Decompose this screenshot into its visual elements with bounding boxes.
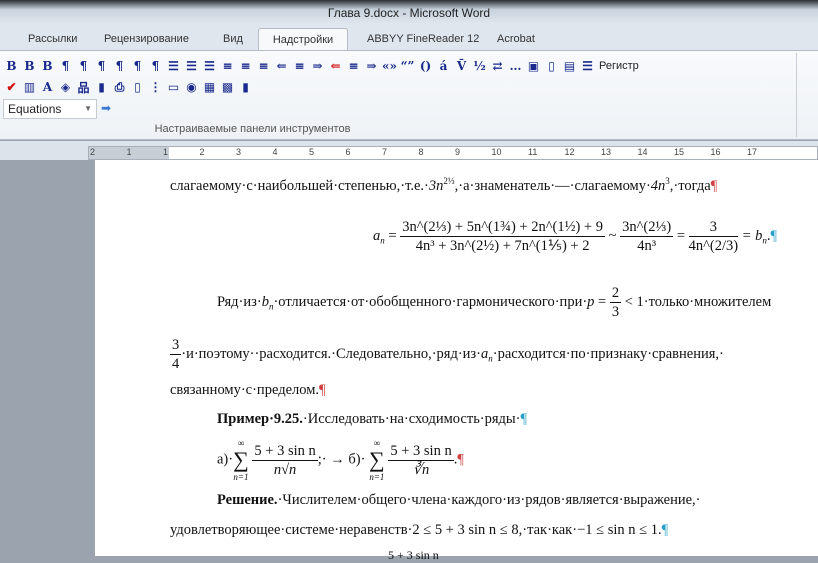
ruler-tick: 2 xyxy=(90,147,96,157)
ruler-tick: 9 xyxy=(455,147,461,157)
para-bottom3-icon[interactable]: ¶ xyxy=(147,57,164,75)
title-bar: Глава 9.docx - Microsoft Word xyxy=(0,0,818,24)
bar-chart-icon[interactable]: ▮ xyxy=(93,78,110,96)
lines5-icon[interactable]: ≡ xyxy=(345,57,362,75)
overline-icon[interactable]: V̄ xyxy=(453,57,470,75)
lines4-icon[interactable]: ≡ xyxy=(291,57,308,75)
horizontal-ruler[interactable]: 2 1 1 2 3 4 5 6 7 8 9 10 11 12 13 14 15 16 17 xyxy=(88,146,818,160)
guillemets-icon[interactable]: «» xyxy=(381,57,398,75)
ruler-tick: 12 xyxy=(564,147,575,157)
para-top3-icon[interactable]: ¶ xyxy=(93,57,110,75)
example-heading: Пример·9.25.·Исследовать·на·сходимость·р… xyxy=(217,411,528,427)
text-line: связанному·с·пределом.¶ xyxy=(170,382,326,398)
printer-icon[interactable]: ⎙ xyxy=(111,78,128,96)
swap-arrow-icon[interactable]: ⇄ xyxy=(489,57,506,75)
group-divider xyxy=(796,53,797,137)
table-grid-icon[interactable]: ▦ xyxy=(201,78,218,96)
ruler-tick: 5 xyxy=(309,147,315,157)
toolbar-row-2: ✔ ▥ A ◈ 品 ▮ ⎙ ▯ ⋮ ▭ ◉ ▦ ▩ ▮ xyxy=(3,78,254,96)
tab-abbyy[interactable]: ABBYY FineReader 12 xyxy=(361,28,485,51)
indent-right2-icon[interactable]: ⇒ xyxy=(363,57,380,75)
lines2-icon[interactable]: ≡ xyxy=(237,57,254,75)
ruler-tick: 16 xyxy=(710,147,721,157)
ruler-tick: 10 xyxy=(491,147,502,157)
ruler-tick: 7 xyxy=(382,147,388,157)
tab-review[interactable]: Рецензирование xyxy=(98,28,195,51)
accent-icon[interactable]: á xyxy=(435,57,452,75)
register-button[interactable]: Регистр xyxy=(599,57,639,75)
group-label: Настраиваемые панели инструментов xyxy=(154,123,351,135)
ruler-tick: 8 xyxy=(418,147,424,157)
spellcheck-icon[interactable]: ✔ xyxy=(3,78,20,96)
text-line: удовлетворяющее·системе·неравенств·2 ≤ 5… xyxy=(170,522,669,538)
calculator-icon[interactable]: ▩ xyxy=(219,78,236,96)
chevron-down-icon[interactable]: ▼ xyxy=(84,100,92,118)
indent-right-icon[interactable]: ⇒ xyxy=(309,57,326,75)
para-bottom2-icon[interactable]: ¶ xyxy=(129,57,146,75)
list-icon[interactable]: ☰ xyxy=(579,57,596,75)
page-icon[interactable]: ▤ xyxy=(561,57,578,75)
indent-left-icon[interactable]: ⇐ xyxy=(273,57,290,75)
lines-icon[interactable]: ≡ xyxy=(219,57,236,75)
folder-icon[interactable]: ▭ xyxy=(165,78,182,96)
lines3-icon[interactable]: ≡ xyxy=(255,57,272,75)
text-line: 3 4 ·и·поэтому··расходится.·Следовательно,… xyxy=(170,337,724,372)
fraction-icon[interactable]: ½ xyxy=(471,57,488,75)
font-a-icon[interactable]: A xyxy=(39,78,56,96)
formula-an: an = 3n^(2⅓) + 5n^(1¾) + 2n^(1½) + 9 4n³ … xyxy=(373,219,778,254)
para-top-icon[interactable]: ¶ xyxy=(57,57,74,75)
para-box3-icon[interactable]: ☰ xyxy=(201,57,218,75)
solution-line: Решение.·Числителем·общего·члена·каждого… xyxy=(217,492,701,508)
tab-view[interactable]: Вид xyxy=(217,28,249,51)
document-page[interactable]: слагаемому·с·наибольшей·степенью,·т.е.·3… xyxy=(95,160,818,562)
ribbon-tabs: Рассылки Рецензирование Вид Надстройки A… xyxy=(0,24,818,51)
para-bottom-icon[interactable]: ¶ xyxy=(111,57,128,75)
tab-mailings[interactable]: Рассылки xyxy=(22,28,83,51)
para-box-icon[interactable]: ☰ xyxy=(165,57,182,75)
bold-heavy-icon[interactable]: B xyxy=(39,57,56,75)
toolbar-row-1: B B B ¶ ¶ ¶ ¶ ¶ ¶ ☰ ☰ ☰ ≡ ≡ ≡ ⇐ ≡ ⇒ ⇐ ≡ ⇒ «» “”() á V̄ ½ ⇄… ▣ ▯ ▤ ☰ Рег… xyxy=(3,57,639,75)
parentheses-icon[interactable]: () xyxy=(417,57,434,75)
style-combo-value: Equations xyxy=(8,102,62,116)
style-combo[interactable]: Equations ▼ xyxy=(3,99,97,119)
quotes-icon[interactable]: “” xyxy=(399,57,416,75)
small-box-icon[interactable]: ▯ xyxy=(543,57,560,75)
columns-icon[interactable]: ▥ xyxy=(21,78,38,96)
para-top2-icon[interactable]: ¶ xyxy=(75,57,92,75)
bullets-icon[interactable]: ⋮ xyxy=(147,78,164,96)
cube-icon[interactable]: ◈ xyxy=(57,78,74,96)
red-indent-icon[interactable]: ⇐ xyxy=(327,57,344,75)
formula-series: а)· ∞ ∑ n=1 5 + 3 sin n n√n ;· → б)· ∞ ∑ n=1 5 … xyxy=(217,438,464,482)
bold-alt-icon[interactable]: B xyxy=(21,57,38,75)
window-icon[interactable]: ▣ xyxy=(525,57,542,75)
tab-acrobat[interactable]: Acrobat xyxy=(491,28,541,51)
para-box2-icon[interactable]: ☰ xyxy=(183,57,200,75)
ruler-tick: 3 xyxy=(236,147,242,157)
jar-icon[interactable]: ▮ xyxy=(237,78,254,96)
document-icon[interactable]: ▯ xyxy=(129,78,146,96)
ruler-tick: 1 xyxy=(126,147,132,157)
ellipsis-icon[interactable]: … xyxy=(507,57,524,75)
text-line: Ряд·из·bn·отличается·от·обобщенного·гарм… xyxy=(217,285,772,320)
text-line: слагаемому·с·наибольшей·степенью,·т.е.·3… xyxy=(170,176,718,194)
window-title: Глава 9.docx - Microsoft Word xyxy=(327,6,491,20)
tab-addins[interactable]: Надстройки xyxy=(258,28,348,51)
ruler-tick: 4 xyxy=(272,147,278,157)
ruler-tick: 15 xyxy=(674,147,685,157)
ruler-tick: 13 xyxy=(601,147,612,157)
ribbon: B B B ¶ ¶ ¶ ¶ ¶ ¶ ☰ ☰ ☰ ≡ ≡ ≡ ⇐ ≡ ⇒ ⇐ ≡ ⇒ «» “”() á V̄ ½ ⇄… ▣ ▯ ▤ ☰ Рег… xyxy=(0,50,818,140)
ruler-tick: 2 xyxy=(199,147,205,157)
ruler-tick: 11 xyxy=(528,147,538,157)
org-chart-icon[interactable]: 品 xyxy=(75,78,92,96)
bold-icon[interactable]: B xyxy=(3,57,20,75)
ruler-tick: 6 xyxy=(345,147,351,157)
ruler-tick: 17 xyxy=(747,147,758,157)
ruler-tick: 1 xyxy=(163,147,169,157)
apply-arrow-icon[interactable]: ➡ xyxy=(101,101,111,115)
ruler-tick: 14 xyxy=(637,147,648,157)
globe-doc-icon[interactable]: ◉ xyxy=(183,78,200,96)
